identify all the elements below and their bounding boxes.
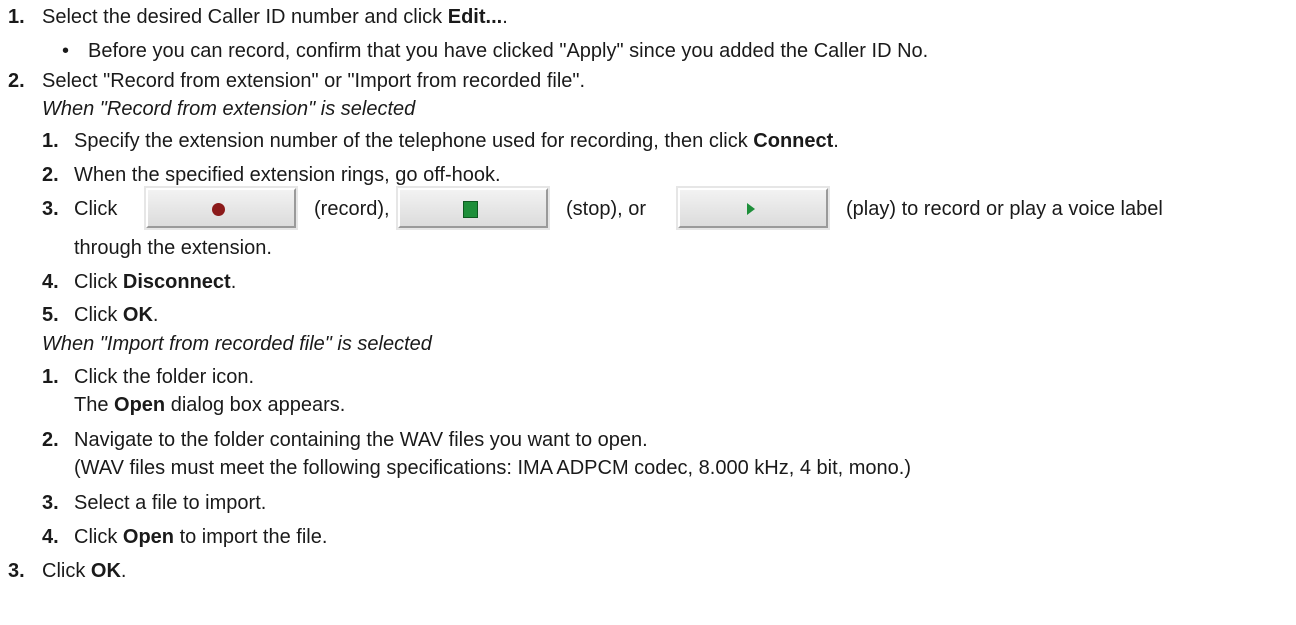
step-number: 3. [8, 560, 25, 582]
step-text: Select the desired Caller ID number and … [42, 6, 508, 28]
substep-text: Click Open to import the file. [74, 526, 328, 548]
open-button-reference: Open [122, 526, 175, 548]
substep-text: Specify the extension number of the tele… [74, 130, 839, 152]
disconnect-button-reference: Disconnect [122, 271, 231, 293]
step-text: Select "Record from extension" or "Impor… [42, 70, 586, 92]
step-number: 2. [8, 70, 25, 92]
substep-number: 2. [42, 164, 59, 186]
substep-number: 2. [42, 429, 59, 451]
substep-number: 4. [42, 526, 59, 548]
substep-number: 1. [42, 130, 59, 152]
play-icon [747, 203, 755, 215]
instructions-page: 1. Select the desired Caller ID number a… [8, 6, 1163, 582]
step-number: 1. [8, 6, 25, 28]
ok-button-reference: OK [122, 304, 153, 326]
bullet-icon: • [62, 40, 70, 62]
note-text: Before you can record, confirm that you … [88, 40, 929, 62]
stop-button[interactable] [396, 186, 550, 230]
substep-number: 3. [42, 492, 59, 514]
substep-text: Click the folder icon. [74, 366, 255, 388]
connect-button-reference: Connect [753, 130, 834, 152]
substep-text: Navigate to the folder containing the WA… [74, 429, 648, 451]
play-button[interactable] [676, 186, 830, 230]
stop-icon [463, 201, 478, 218]
substep-number: 5. [42, 304, 59, 326]
edit-button-reference: Edit... [447, 6, 503, 28]
substep-text: Click OK. [74, 304, 159, 326]
record-button[interactable] [144, 186, 298, 230]
substep-text: Click Disconnect. [74, 271, 237, 293]
substep-text: Select a file to import. [74, 492, 267, 514]
record-icon [212, 203, 225, 216]
ok-button-reference: OK [90, 560, 121, 582]
open-dialog-reference: Open [114, 394, 166, 416]
substep-number: 3. [42, 198, 59, 220]
substep-text: When the specified extension rings, go o… [74, 164, 501, 186]
substep-number: 1. [42, 366, 59, 388]
substep-number: 4. [42, 271, 59, 293]
step-text: Click OK. [42, 560, 127, 582]
